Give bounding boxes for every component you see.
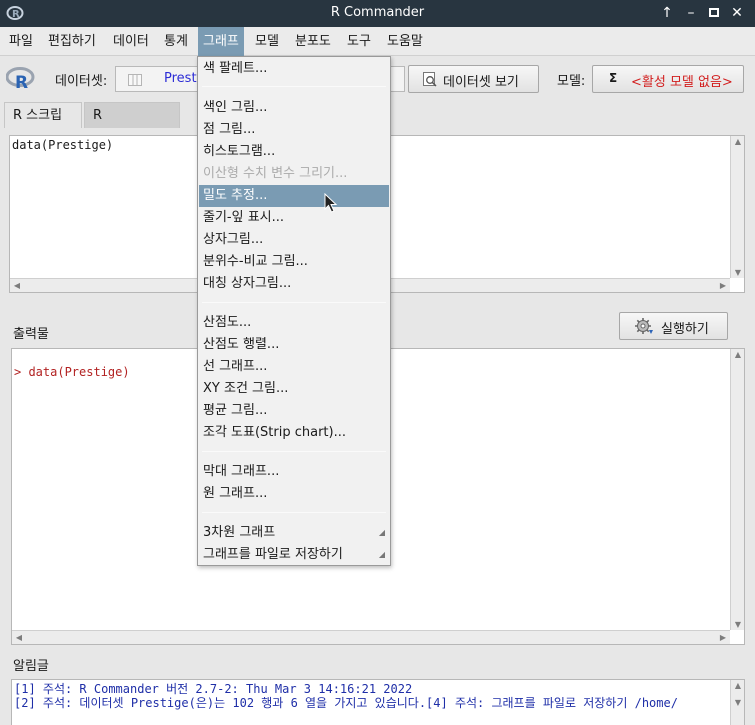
menu-item-index-plot[interactable]: 색인 그림... [199,97,389,119]
messages-label: 알림글 [13,659,49,674]
menu-separator [202,512,386,513]
menu-item-save-graph-to-file[interactable]: 그래프를 파일로 저장하기 ◢ [199,544,389,566]
messages-line-1: [1] 주석: R Commander 버전 2.7-2: Thu Mar 3 … [14,682,413,696]
menu-file[interactable]: 파일 [4,27,38,56]
script-text: data(Prestige) [12,138,114,152]
dataset-name: Presti [164,71,201,86]
tab-r-markdown[interactable]: R Markdown [84,102,180,149]
model-selector[interactable]: Σ <활성 모델 없음> [592,65,744,93]
menu-item-scatterplot-matrix[interactable]: 산점도 행렬... [199,334,389,356]
menu-separator [202,451,386,452]
tab-r-script[interactable]: R 스크립트 [4,102,82,149]
graphs-dropdown-menu: 색 팔레트... 색인 그림... 점 그림... 히스토그램... 이산형 수… [197,56,391,566]
messages-vertical-scrollbar[interactable]: ▲ ▼ [730,680,744,725]
output-label: 출력물 [13,327,49,342]
output-vertical-scrollbar[interactable]: ▲ ▼ [730,349,744,630]
mouse-cursor-icon [324,193,338,213]
menu-edit[interactable]: 편집하기 [43,27,101,56]
messages-line-2: [2] 주석: 데이터셋 Prestige(은)는 102 행과 6 열을 가지… [14,696,678,710]
menu-item-histogram[interactable]: 히스토그램... [199,141,389,163]
messages-pane[interactable]: [1] 주석: R Commander 버전 2.7-2: Thu Mar 3 … [11,679,745,725]
menu-models[interactable]: 모델 [250,27,284,56]
script-vertical-scrollbar[interactable]: ▲ ▼ [730,136,744,278]
menu-item-color-palette[interactable]: 색 팔레트... [199,58,389,80]
dataset-label: 데이터셋: [55,74,108,89]
menu-separator [202,86,386,87]
r-logo-icon: R [6,67,35,91]
menu-item-save-graph-label: 그래프를 파일로 저장하기 [203,547,343,562]
menu-graphs[interactable]: 그래프 [198,27,244,56]
menu-distributions[interactable]: 분포도 [290,27,336,56]
run-button-label: 실행하기 [661,322,709,337]
menu-separator [202,302,386,303]
title-bar: R R Commander ↑ – ✕ [0,0,755,27]
menu-item-dot-plot[interactable]: 점 그림... [199,119,389,141]
menu-item-qq-plot[interactable]: 분위수-비교 그림... [199,251,389,273]
keep-above-icon[interactable]: ↑ [658,4,676,22]
menu-item-scatterplot[interactable]: 산점도... [199,312,389,334]
menu-item-strip-chart[interactable]: 조각 도표(Strip chart)... [199,422,389,444]
magnifier-icon [423,72,437,87]
menu-statistics[interactable]: 통계 [159,27,193,56]
menu-item-pie-chart[interactable]: 원 그래프... [199,483,389,505]
menu-item-3d-graph-label: 3차원 그래프 [203,525,276,540]
minimize-icon[interactable]: – [682,4,700,22]
window-title: R Commander [330,5,425,20]
menu-item-boxplot[interactable]: 상자그림... [199,229,389,251]
svg-text:R: R [15,73,28,91]
menu-data[interactable]: 데이터 [108,27,154,56]
submenu-arrow-icon: ◢ [378,550,385,559]
output-horizontal-scrollbar[interactable]: ◀ ▶ [12,630,730,644]
table-grid-icon [128,74,142,86]
close-icon[interactable]: ✕ [728,4,746,22]
menu-item-xy-conditioning-plot[interactable]: XY 조건 그림... [199,378,389,400]
menu-item-density-estimate[interactable]: 밀도 추정... [199,185,389,207]
menu-item-bar-graph[interactable]: 막대 그래프... [199,461,389,483]
model-label: 모델: [557,74,586,89]
gear-icon [635,318,653,334]
view-dataset-button[interactable]: 데이터셋 보기 [408,65,539,93]
menu-item-symmetry-boxplot[interactable]: 대칭 상자그림... [199,273,389,295]
output-text: > data(Prestige) [14,365,130,379]
menu-item-plot-of-means[interactable]: 평균 그림... [199,400,389,422]
view-dataset-label: 데이터셋 보기 [443,75,519,90]
run-button[interactable]: 실행하기 [619,312,728,340]
menu-item-stem-and-leaf[interactable]: 줄기-잎 표시... [199,207,389,229]
maximize-icon[interactable] [705,4,723,22]
menu-item-line-graph[interactable]: 선 그래프... [199,356,389,378]
menu-item-discrete-numeric-plot: 이산형 수치 변수 그리기... [203,166,348,181]
menu-help[interactable]: 도움말 [382,27,428,56]
submenu-arrow-icon: ◢ [378,528,385,537]
menu-item-3d-graph[interactable]: 3차원 그래프 ◢ [199,522,389,544]
sigma-icon: Σ [609,71,618,85]
menu-bar: 파일 편집하기 데이터 통계 그래프 모델 분포도 도구 도움말 [0,27,755,56]
model-value: <활성 모델 없음> [631,75,733,90]
menu-tools[interactable]: 도구 [342,27,376,56]
